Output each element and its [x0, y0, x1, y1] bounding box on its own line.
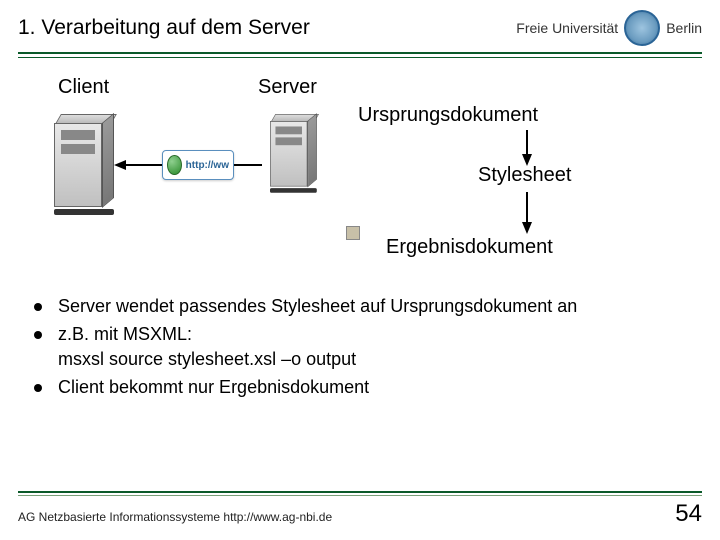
footer-text: AG Netzbasierte Informationssysteme http… — [18, 510, 332, 524]
client-tower-icon — [54, 114, 112, 214]
diagram-area: Client Server Ursprungsdokument Styleshe… — [18, 68, 702, 288]
slide-title: 1. Verarbeitung auf dem Server — [18, 16, 516, 40]
page-number: 54 — [675, 500, 702, 528]
ergebnis-document-icon — [346, 226, 360, 240]
stylesheet-label: Stylesheet — [478, 164, 571, 187]
logo-text: Freie Universität — [516, 20, 618, 36]
ursprung-label: Ursprungsdokument — [358, 104, 538, 127]
http-arrow-head-icon — [114, 160, 126, 170]
logo-seal-icon — [624, 10, 660, 46]
header-divider — [18, 52, 702, 58]
globe-icon — [167, 155, 182, 175]
slide-footer: AG Netzbasierte Informationssysteme http… — [18, 491, 702, 528]
university-logo: Freie Universität Berlin — [516, 10, 702, 46]
arrow-ursprung-stylesheet — [526, 130, 528, 156]
arrow-ursprung-stylesheet-head-icon — [522, 154, 532, 166]
http-chip-text: http://ww — [186, 160, 229, 171]
http-chip: http://ww — [162, 150, 234, 180]
bullet-text: Client bekommt nur Ergebnisdokument — [58, 377, 369, 397]
bullet-text: z.B. mit MSXML: msxsl source stylesheet.… — [58, 324, 356, 368]
bullet-list: Server wendet passendes Stylesheet auf U… — [30, 294, 690, 399]
arrow-stylesheet-ergebnis — [526, 192, 528, 224]
bullet-item: Server wendet passendes Stylesheet auf U… — [30, 294, 690, 318]
bullet-item: Client bekommt nur Ergebnisdokument — [30, 375, 690, 399]
bullet-text: Server wendet passendes Stylesheet auf U… — [58, 296, 577, 316]
client-label: Client — [58, 76, 109, 99]
arrow-stylesheet-ergebnis-head-icon — [522, 222, 532, 234]
bullet-item: z.B. mit MSXML: msxsl source stylesheet.… — [30, 322, 690, 371]
slide-header: 1. Verarbeitung auf dem Server Freie Uni… — [0, 0, 720, 48]
logo-city: Berlin — [666, 20, 702, 36]
server-label: Server — [258, 76, 317, 99]
server-tower-icon — [270, 114, 315, 192]
ergebnis-label: Ergebnisdokument — [386, 236, 553, 259]
